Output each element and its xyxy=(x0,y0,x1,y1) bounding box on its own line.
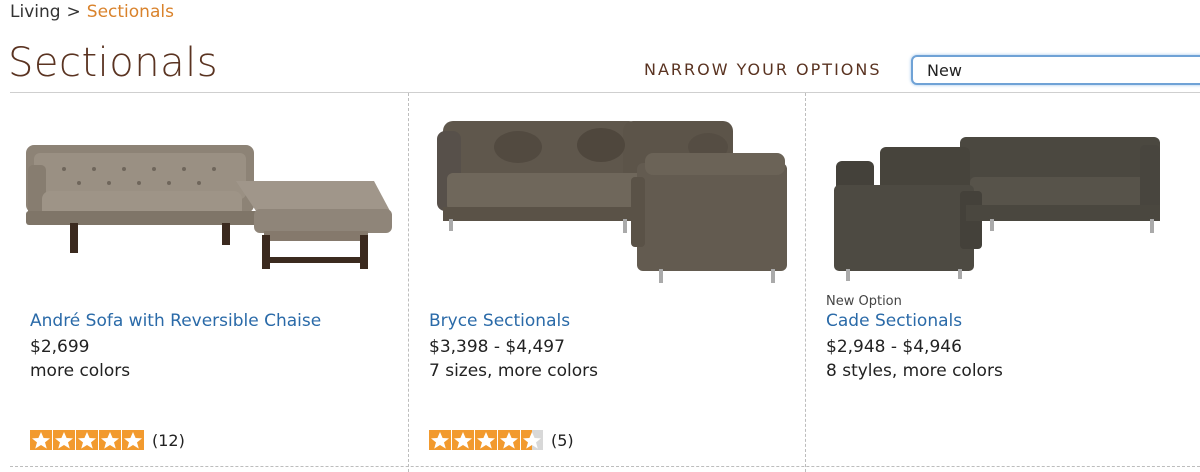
review-count[interactable]: (5) xyxy=(551,431,574,450)
star-icon xyxy=(122,430,144,450)
star-icon xyxy=(76,430,98,450)
product-name-link[interactable]: Cade Sectionals xyxy=(826,311,962,331)
star-icon xyxy=(53,430,75,450)
corner-sectional-image[interactable] xyxy=(423,107,793,287)
product-name-link[interactable]: André Sofa with Reversible Chaise xyxy=(30,311,321,331)
new-option-badge: New Option xyxy=(826,294,902,309)
sofa-with-chaise-image[interactable] xyxy=(24,107,394,287)
product-card: Bryce Sectionals $3,398 - $4,497 7 sizes… xyxy=(408,93,806,472)
half-star-icon xyxy=(521,430,543,450)
product-card: André Sofa with Reversible Chaise $2,699… xyxy=(10,93,408,472)
breadcrumb: Living > Sectionals xyxy=(10,1,174,23)
product-price: $2,699 xyxy=(30,337,90,357)
product-options[interactable]: more colors xyxy=(30,361,130,381)
narrow-options-label: NARROW YOUR OPTIONS xyxy=(644,60,882,79)
star-rating xyxy=(30,430,144,450)
breadcrumb-current[interactable]: Sectionals xyxy=(87,2,174,22)
narrow-options-select[interactable]: New xyxy=(911,55,1200,85)
star-icon xyxy=(99,430,121,450)
row-divider xyxy=(10,466,1200,467)
product-rating[interactable]: (5) xyxy=(429,429,574,451)
star-rating xyxy=(429,430,543,450)
corner-sectional-image[interactable] xyxy=(820,107,1190,287)
star-icon xyxy=(475,430,497,450)
product-price: $2,948 - $4,946 xyxy=(826,337,962,357)
product-options[interactable]: 7 sizes, more colors xyxy=(429,361,598,381)
star-icon xyxy=(30,430,52,450)
product-grid: André Sofa with Reversible Chaise $2,699… xyxy=(10,93,1200,472)
product-options[interactable]: 8 styles, more colors xyxy=(826,361,1003,381)
star-icon xyxy=(498,430,520,450)
product-card: New Option Cade Sectionals $2,948 - $4,9… xyxy=(805,93,1200,472)
breadcrumb-separator: > xyxy=(66,2,81,22)
star-icon xyxy=(429,430,451,450)
product-price: $3,398 - $4,497 xyxy=(429,337,565,357)
product-rating[interactable]: (12) xyxy=(30,429,185,451)
product-name-link[interactable]: Bryce Sectionals xyxy=(429,311,570,331)
review-count[interactable]: (12) xyxy=(152,431,185,450)
page-title: Sectionals xyxy=(8,40,219,86)
breadcrumb-link-living[interactable]: Living xyxy=(10,2,61,22)
star-icon xyxy=(452,430,474,450)
